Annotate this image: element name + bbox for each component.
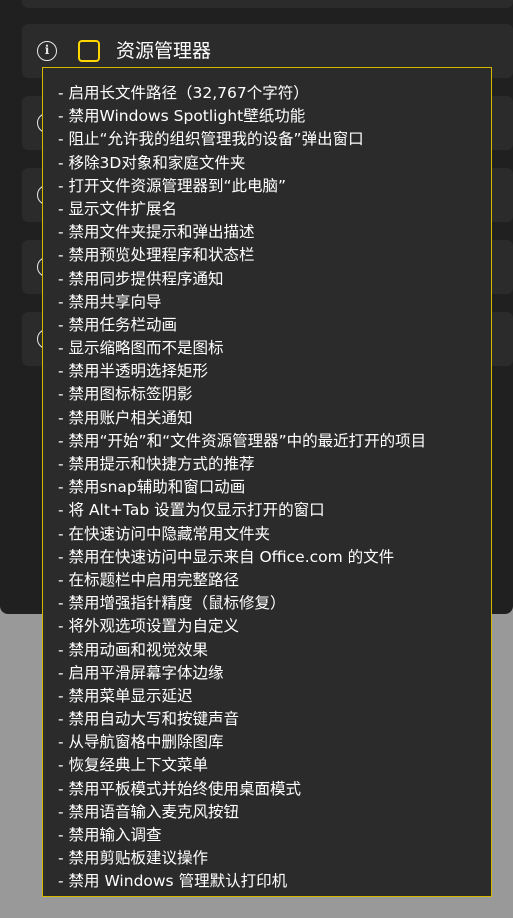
- tweak-list-item: - 禁用平板模式并始终使用桌面模式: [58, 779, 302, 798]
- tweak-list-item: - 禁用自动大写和按键声音: [58, 710, 240, 729]
- tweak-list-item: - 禁用输入调查: [58, 826, 162, 844]
- tweak-list-item: - 禁用Windows Spotlight壁纸功能: [58, 107, 306, 126]
- tweak-list-item: - 阻止“允许我的组织管理我的设备”弹出窗口: [58, 130, 364, 149]
- tweak-list-item: - 禁用剪贴板建议操作: [58, 849, 209, 868]
- tweak-list-item: - 禁用账户相关通知: [58, 408, 193, 427]
- setting-title: 资源管理器: [116, 40, 212, 62]
- tweak-list-item: - 打开文件资源管理器到“此电脑”: [58, 176, 287, 195]
- tweak-list-item: - 禁用同步提供程序通知: [58, 269, 224, 288]
- tweak-list: - 启用长文件路径（32,767个字符） - 禁用Windows Spotligh…: [58, 82, 491, 894]
- tweak-list-item: - 禁用增强指针精度（鼠标修复）: [58, 594, 286, 613]
- tweak-list-item: - 在快速访问中隐藏常用文件夹: [58, 524, 271, 543]
- tweak-list-item: - 将 Alt+Tab 设置为仅显示打开的窗口: [58, 501, 325, 520]
- tweak-list-item: - 恢复经典上下文菜单: [58, 756, 209, 775]
- tweak-list-item: - 禁用图标标签阴影: [58, 385, 193, 404]
- previous-setting-card: [22, 0, 513, 8]
- tweak-list-item: - 禁用菜单显示延迟: [58, 686, 193, 705]
- tweak-list-item: - 在标题栏中启用完整路径: [58, 570, 240, 589]
- tweak-list-item: - 禁用 Windows 管理默认打印机: [58, 872, 288, 891]
- tweak-list-item: - 禁用文件夹提示和弹出描述: [58, 223, 255, 242]
- tweak-list-item: - 禁用提示和快捷方式的推荐: [58, 455, 255, 473]
- tweak-list-item: - 启用长文件路径（32,767个字符）: [58, 84, 309, 102]
- tweak-list-item: - 显示文件扩展名: [58, 199, 178, 218]
- tweak-list-item: - 禁用snap辅助和窗口动画: [58, 478, 246, 497]
- tweak-list-item: - 显示缩略图而不是图标: [58, 339, 224, 358]
- tweak-list-item: - 禁用半透明选择矩形: [58, 362, 209, 381]
- tweak-list-item: - 从导航窗格中删除图库: [58, 733, 224, 752]
- tweak-list-item: - 禁用动画和视觉效果: [58, 640, 209, 659]
- tweak-list-item: - 禁用在快速访问中显示来自 Office.com 的文件: [58, 547, 395, 566]
- info-icon[interactable]: i: [37, 41, 57, 61]
- tweak-list-item: - 禁用语音输入麦克风按钮: [58, 802, 240, 821]
- tweak-list-item: - 禁用任务栏动画: [58, 315, 178, 334]
- explorer-checkbox[interactable]: [78, 40, 100, 62]
- tweak-list-item: - 启用平滑屏幕字体边缘: [58, 663, 224, 682]
- tweak-list-item: - 禁用“开始”和“文件资源管理器”中的最近打开的项目: [58, 431, 427, 450]
- tweak-list-item: - 移除3D对象和家庭文件夹: [58, 153, 246, 172]
- tweak-list-item: - 禁用预览处理程序和状态栏: [58, 246, 255, 265]
- tweak-list-item: - 将外观选项设置为自定义: [58, 617, 240, 636]
- tweak-list-tooltip: - 启用长文件路径（32,767个字符） - 禁用Windows Spotligh…: [42, 67, 492, 897]
- tweak-list-item: - 禁用共享向导: [58, 292, 162, 311]
